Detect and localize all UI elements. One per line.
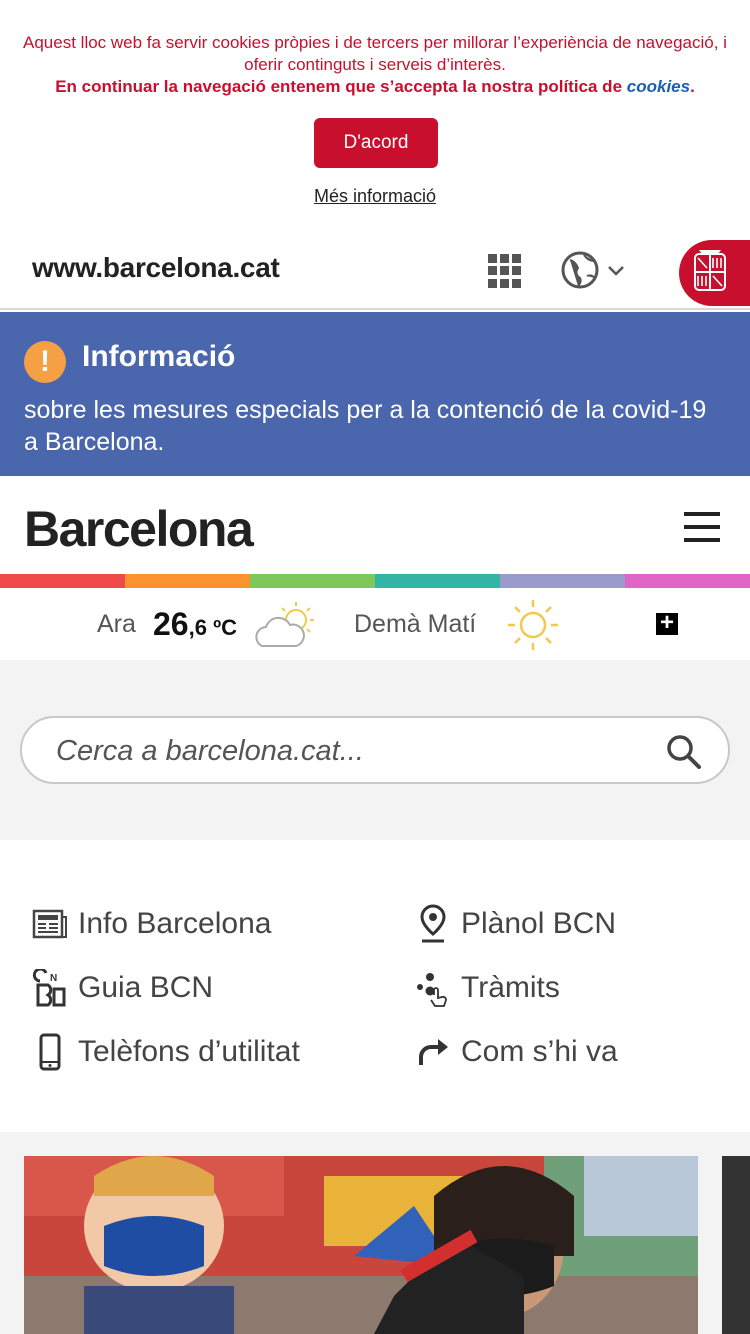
- cookie-policy-text: En continuar la navegació entenem que s’…: [10, 76, 740, 98]
- weather-tomorrow-label: Demà Matí: [354, 610, 477, 638]
- info-title: Informació: [82, 340, 236, 373]
- weather-now-label: Ara: [97, 610, 136, 638]
- language-selector[interactable]: [560, 250, 630, 290]
- partly-cloudy-icon: [254, 600, 318, 650]
- sun-icon: [506, 598, 560, 652]
- quick-link-label: Guia BCN: [78, 971, 214, 1004]
- temp-integer: 26: [153, 606, 189, 642]
- search-box: [20, 716, 730, 784]
- info-body: sobre les mesures especials per a la con…: [24, 396, 707, 456]
- quick-link-label: Plànol BCN: [461, 907, 617, 940]
- temp-decimal: ,6: [188, 615, 207, 640]
- directions-icon: [413, 1032, 453, 1072]
- menu-icon[interactable]: [684, 512, 720, 542]
- brand-header: Barcelona: [0, 476, 750, 576]
- apps-grid-icon[interactable]: [488, 254, 522, 288]
- search-icon[interactable]: [664, 732, 704, 772]
- cookie-policy-sentence: En continuar la navegació entenem que s’…: [55, 77, 623, 96]
- search-input[interactable]: [56, 734, 636, 768]
- stripe: [625, 574, 750, 588]
- stripe: [375, 574, 500, 588]
- top-bar: www.barcelona.cat: [0, 232, 750, 310]
- guide-icon: N: [30, 968, 70, 1008]
- quick-link-planol-bcn[interactable]: Plànol BCN: [413, 902, 616, 946]
- stripe: [250, 574, 375, 588]
- more-info-link-wrapper: Més informació: [0, 186, 750, 207]
- procedures-icon: [413, 968, 453, 1008]
- featured-photo[interactable]: [24, 1156, 698, 1334]
- stripe: [0, 574, 125, 588]
- quick-link-label: Tràmits: [461, 971, 560, 1004]
- accept-cookies-button[interactable]: D'acord: [314, 118, 438, 168]
- cookie-period: .: [690, 77, 695, 96]
- map-pin-icon: [413, 904, 453, 944]
- newspaper-icon: [30, 904, 70, 944]
- cookies-link[interactable]: cookies: [627, 77, 690, 96]
- quick-link-telefons[interactable]: Telèfons d’utilitat: [30, 1030, 300, 1074]
- crest-icon: [694, 250, 726, 291]
- weather-expand-button[interactable]: +: [656, 611, 678, 635]
- quick-link-info-barcelona[interactable]: Info Barcelona: [30, 902, 271, 946]
- quick-link-label: Telèfons d’utilitat: [78, 1035, 300, 1068]
- quick-link-label: Info Barcelona: [78, 907, 272, 940]
- quick-link-com-shi-va[interactable]: Com s’hi va: [413, 1030, 618, 1074]
- stripe: [500, 574, 625, 588]
- featured-carousel: [0, 1132, 750, 1334]
- quick-links: Info Barcelona Plànol BCN N Guia BCN Trà…: [0, 840, 750, 1132]
- quick-link-tramits[interactable]: Tràmits: [413, 966, 560, 1010]
- weather-bar: Ara 26,6 ºC Demà Matí +: [0, 588, 750, 660]
- more-info-link[interactable]: Més informació: [314, 186, 436, 206]
- city-crest-logo[interactable]: [679, 240, 750, 306]
- brand-title[interactable]: Barcelona: [24, 500, 254, 558]
- cookie-banner: Aquest lloc web fa servir cookies pròpie…: [0, 0, 750, 232]
- current-temperature: 26,6 ºC: [153, 606, 237, 643]
- cookie-text: Aquest lloc web fa servir cookies pròpie…: [23, 33, 727, 74]
- search-section: [0, 660, 750, 840]
- covid-info-banner[interactable]: ! Informació sobre les mesures especials…: [0, 312, 750, 476]
- stripe: [125, 574, 250, 588]
- alert-icon: !: [24, 341, 66, 383]
- next-photo-preview[interactable]: [722, 1156, 750, 1334]
- chevron-down-icon: [608, 266, 624, 276]
- site-url[interactable]: www.barcelona.cat: [32, 252, 280, 284]
- quick-link-guia-bcn[interactable]: N Guia BCN: [30, 966, 213, 1010]
- globe-icon: [561, 251, 624, 289]
- svg-text:N: N: [50, 973, 57, 984]
- color-stripes: [0, 574, 750, 588]
- quick-link-label: Com s’hi va: [461, 1035, 618, 1068]
- temp-unit: ºC: [206, 615, 237, 640]
- phone-icon: [30, 1032, 70, 1072]
